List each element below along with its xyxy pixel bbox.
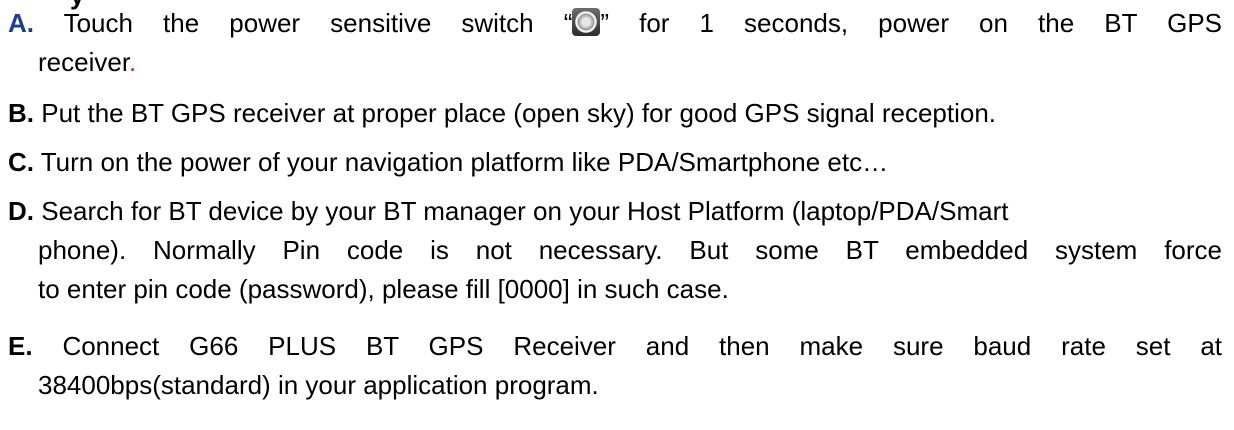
step-c: C. Turn on the power of your navigation … — [8, 143, 1222, 182]
power-switch-icon — [572, 8, 601, 36]
step-a-line-2: receiver. — [8, 43, 1222, 82]
step-a-red-period: . — [129, 47, 137, 77]
step-d-line-2: phone). Normally Pin code is not necessa… — [38, 235, 1222, 265]
step-b-letter: B. — [8, 98, 34, 128]
step-a-continuation: receiver — [38, 47, 130, 77]
step-d-text-1: Search for BT device by your BT manager … — [34, 196, 1009, 226]
step-e-text-1: Connect G66 PLUS BT GPS Receiver and the… — [32, 331, 1222, 361]
step-d-letter: D. — [8, 196, 34, 226]
step-a-text-after: ” for 1 seconds, power on the BT GPS — [600, 8, 1222, 38]
step-d-line-1: D. Search for BT device by your BT manag… — [8, 192, 1222, 231]
step-a-letter: A. — [8, 8, 34, 38]
step-c-text: Turn on the power of your navigation pla… — [34, 147, 889, 177]
step-a-text-before: Touch the power sensitive switch “ — [34, 8, 573, 38]
step-b-text: Put the BT GPS receiver at proper place … — [34, 98, 997, 128]
step-e-line-2: 38400bps(standard) in your application p… — [38, 370, 599, 400]
step-e-letter: E. — [8, 331, 33, 361]
step-b-line-1: B. Put the BT GPS receiver at proper pla… — [8, 94, 1222, 133]
step-c-line-1: C. Turn on the power of your navigation … — [8, 143, 1222, 182]
step-d: D. Search for BT device by your BT manag… — [8, 192, 1222, 309]
instruction-page: y A. Touch the power sensitive switch “”… — [0, 0, 1234, 430]
step-d-line-3: to enter pin code (password), please fil… — [38, 274, 729, 304]
step-b: B. Put the BT GPS receiver at proper pla… — [8, 94, 1222, 133]
step-a-line-1: A. Touch the power sensitive switch “ ” f… — [8, 4, 1222, 43]
step-a: A. Touch the power sensitive switch “ ” f… — [8, 4, 1222, 82]
step-e-line-1: E. Connect G66 PLUS BT GPS Receiver and … — [8, 327, 1222, 366]
step-c-letter: C. — [8, 147, 34, 177]
step-e: E. Connect G66 PLUS BT GPS Receiver and … — [8, 327, 1222, 405]
